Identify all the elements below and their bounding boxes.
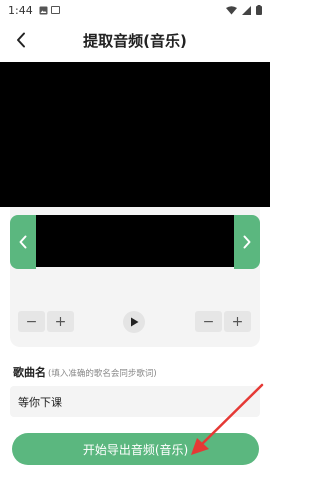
chevron-right-icon xyxy=(243,235,251,249)
export-button-label: 开始导出音频(音乐) xyxy=(82,442,189,457)
status-bar: 1:44 xyxy=(0,0,270,20)
back-chevron-icon xyxy=(17,32,25,48)
song-name-input[interactable] xyxy=(10,386,260,417)
start-minus-button[interactable]: − xyxy=(18,311,45,332)
signal-icon xyxy=(242,5,251,15)
song-name-hint: (填入准确的歌名会同步歌词) xyxy=(48,369,157,379)
trim-timeline[interactable] xyxy=(20,215,250,267)
square-icon xyxy=(50,6,60,14)
wifi-icon xyxy=(226,5,237,14)
chevron-left-icon xyxy=(19,235,27,249)
video-preview[interactable] xyxy=(0,62,270,207)
end-minus-button[interactable]: − xyxy=(195,311,222,332)
play-button[interactable] xyxy=(123,311,145,333)
song-name-label: 歌曲名 xyxy=(13,366,46,379)
battery-icon xyxy=(256,5,262,15)
song-name-label-row: 歌曲名 (填入准确的歌名会同步歌词) xyxy=(13,364,157,380)
page-title: 提取音频(音乐) xyxy=(83,31,187,50)
status-time: 1:44 xyxy=(8,3,33,17)
end-time-stepper: − + xyxy=(195,311,251,332)
end-plus-button[interactable]: + xyxy=(224,311,251,332)
status-notification-icons xyxy=(39,6,60,15)
status-system-icons xyxy=(226,5,262,15)
trim-handle-left[interactable] xyxy=(10,215,36,269)
trim-handle-right[interactable] xyxy=(234,215,260,269)
image-icon xyxy=(39,6,48,14)
play-icon xyxy=(130,317,138,327)
back-button[interactable] xyxy=(8,26,34,54)
toolbar: 提取音频(音乐) xyxy=(0,22,270,58)
start-plus-button[interactable]: + xyxy=(47,311,74,332)
export-audio-button[interactable]: 开始导出音频(音乐) xyxy=(12,433,259,465)
start-time-stepper: − + xyxy=(18,311,74,332)
